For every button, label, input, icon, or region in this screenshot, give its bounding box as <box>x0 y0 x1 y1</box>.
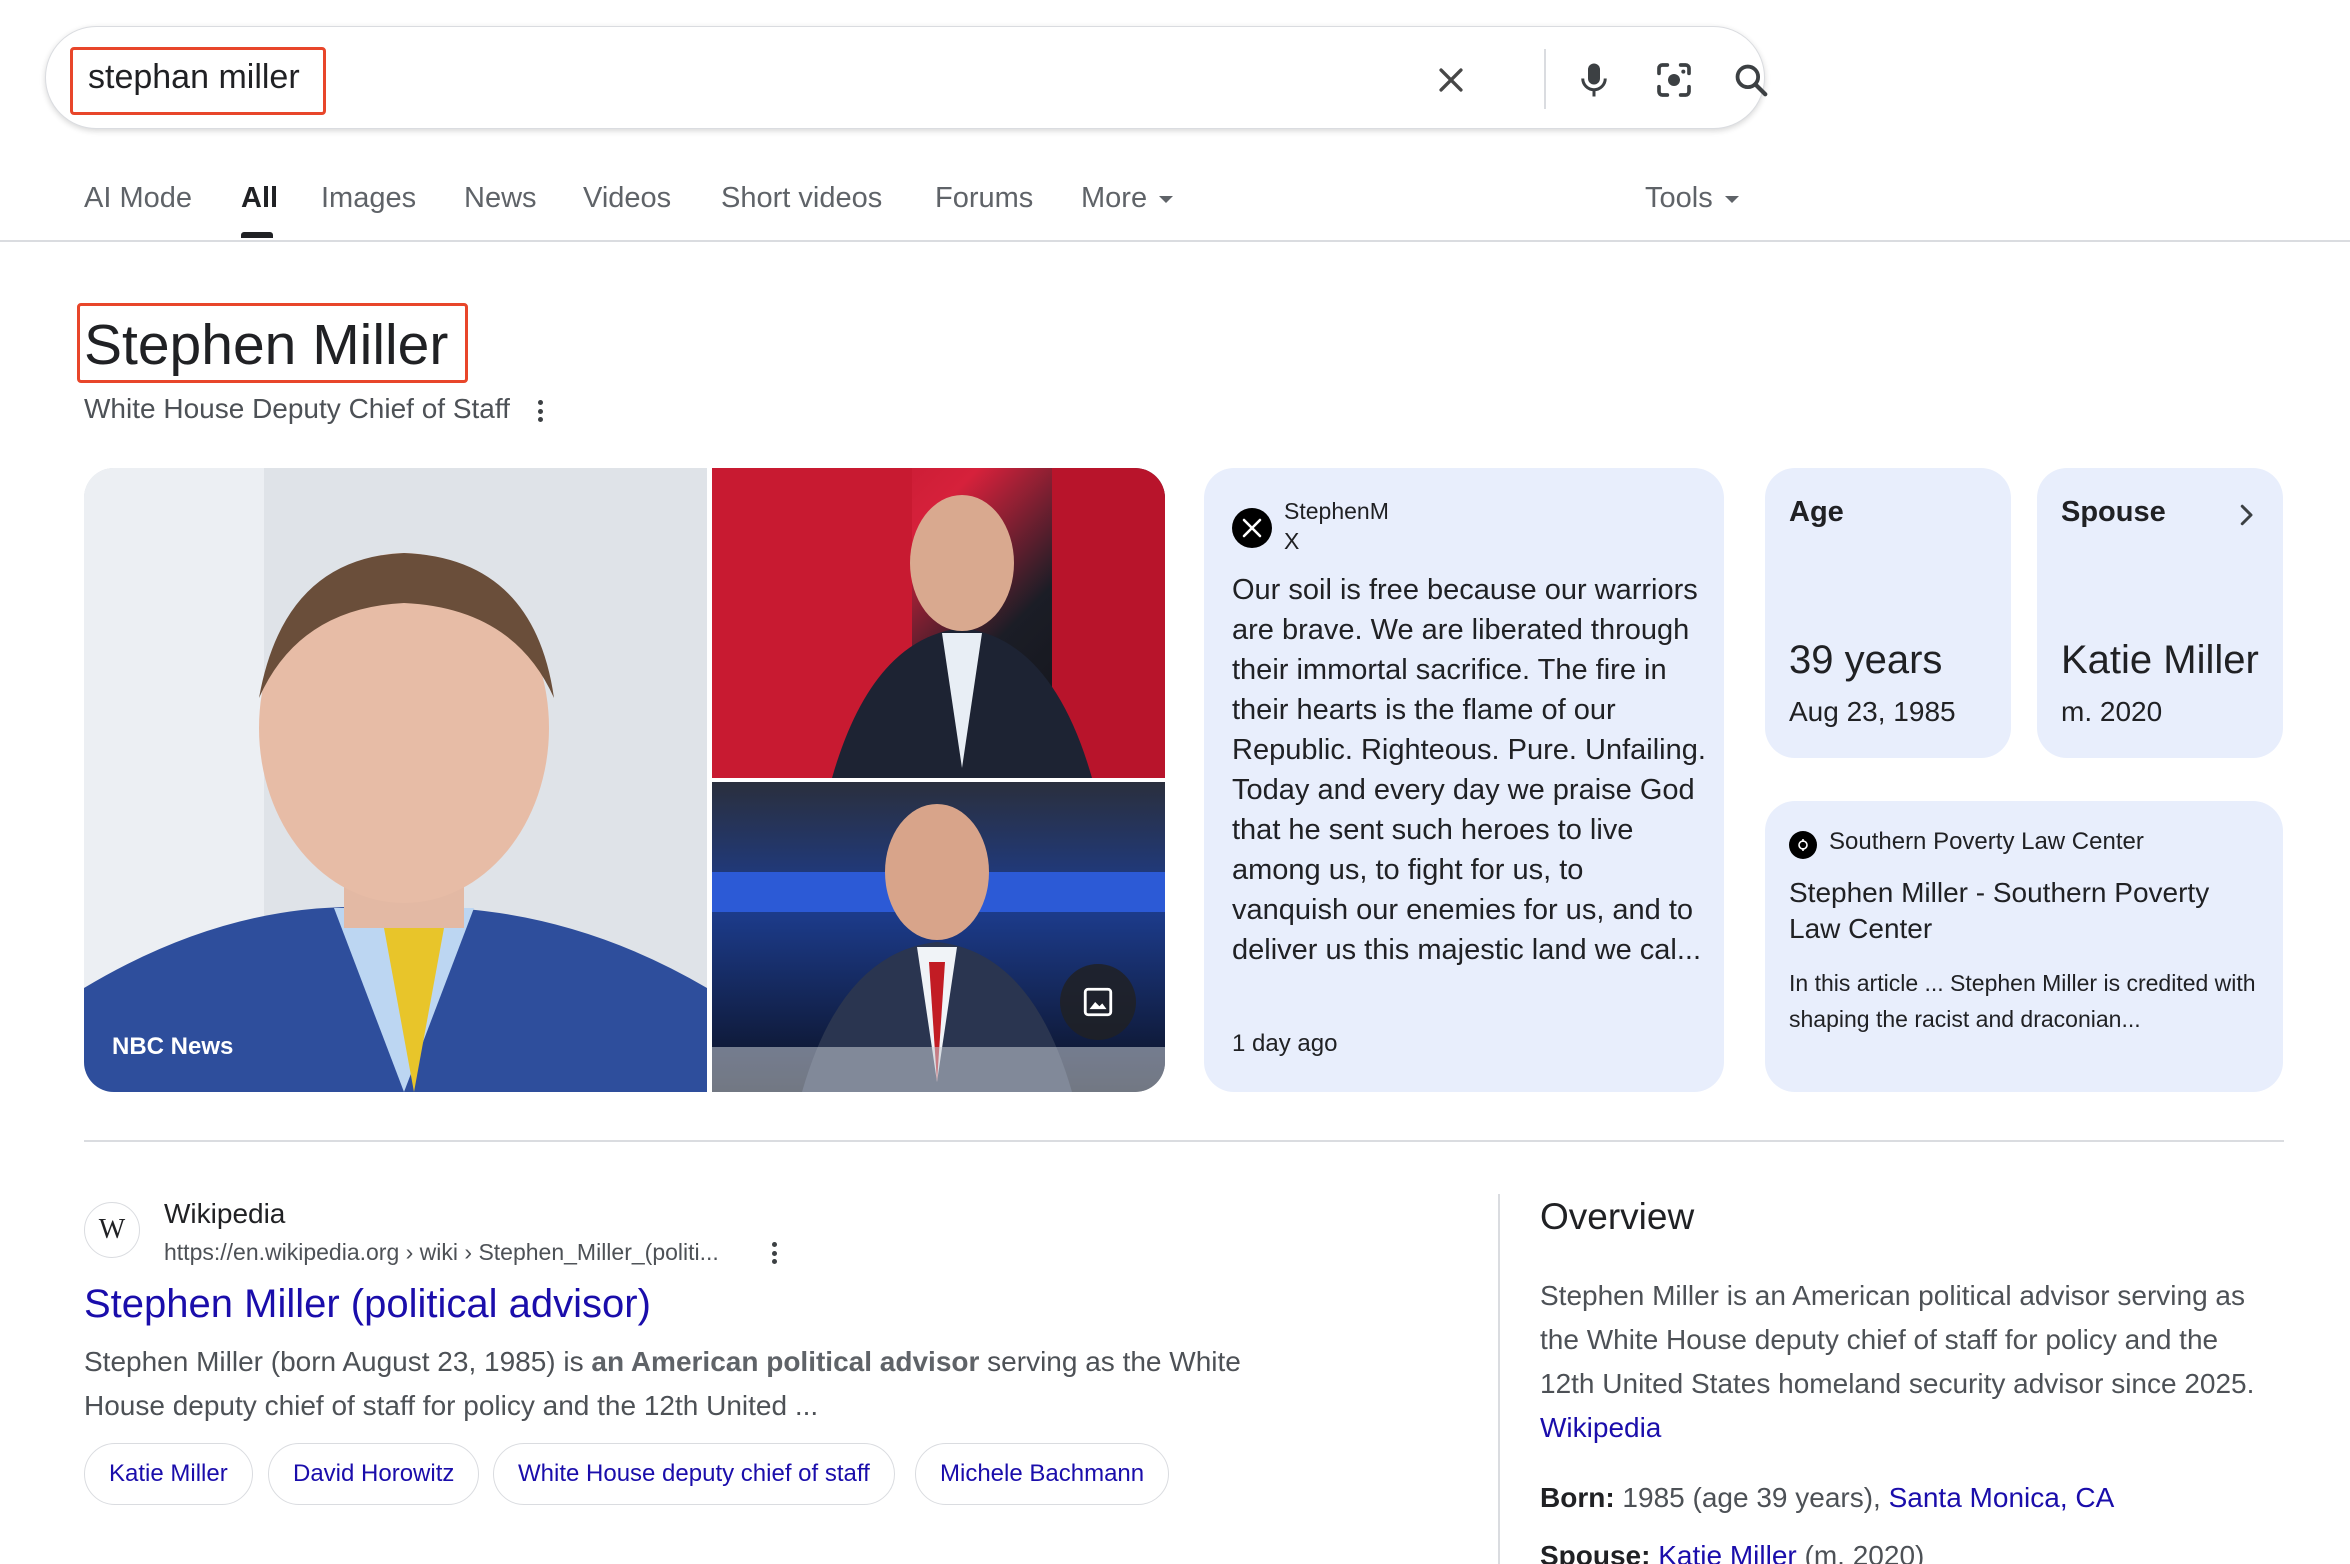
spouse-fact-label: Spouse: <box>1540 1540 1651 1564</box>
related-chip-katie-miller[interactable]: Katie Miller <box>84 1443 253 1505</box>
more-images-button[interactable] <box>1060 964 1136 1040</box>
x-post-text: Our soil is free because our warriors ar… <box>1232 574 1706 966</box>
search-input[interactable] <box>71 47 771 107</box>
marriage-year: m. 2020 <box>2061 696 2163 727</box>
overview-heading: Overview <box>1540 1196 1695 1237</box>
born-value: 1985 (age 39 years), <box>1614 1482 1889 1513</box>
snippet-bold-text: an American political advisor <box>591 1346 980 1377</box>
spouse-label: Spouse <box>2061 496 2166 528</box>
portrait-image-podium[interactable] <box>712 782 1165 1092</box>
splc-title: Stephen Miller - Southern Poverty Law Ce… <box>1789 877 2210 944</box>
result-url[interactable]: https://en.wikipedia.org › wiki › Stephe… <box>164 1239 719 1266</box>
entity-title: Stephen Miller <box>84 313 449 377</box>
image-collage: NBC News <box>84 468 1165 1092</box>
wikipedia-favicon-icon[interactable]: W <box>84 1202 140 1258</box>
spouse-name: Katie Miller <box>2061 638 2259 682</box>
born-label: Born: <box>1540 1482 1615 1513</box>
result-more-options-icon[interactable] <box>764 1238 784 1268</box>
tab-more-label: More <box>1081 182 1148 214</box>
tab-news[interactable]: News <box>464 182 537 215</box>
related-chip-david-horowitz[interactable]: David Horowitz <box>268 1443 480 1505</box>
active-tab-indicator <box>241 232 273 238</box>
entity-more-options-icon[interactable] <box>530 396 550 426</box>
overview-description: Stephen Miller is an American political … <box>1540 1280 2255 1399</box>
caret-down-icon <box>1724 195 1739 203</box>
tab-short-videos[interactable]: Short videos <box>721 182 882 215</box>
overview-source-link[interactable]: Wikipedia <box>1540 1412 1661 1443</box>
search-bar <box>45 26 1768 129</box>
splc-snippet: In this article ... Stephen Miller is cr… <box>1789 970 2256 1032</box>
entity-subtitle: White House Deputy Chief of Staff <box>84 393 510 424</box>
snippet-text-start: Stephen Miller (born August 23, 1985) is <box>84 1346 592 1377</box>
chevron-right-icon <box>2240 504 2253 526</box>
tab-ai-mode[interactable]: AI Mode <box>84 182 192 215</box>
image-source-caption: NBC News <box>112 1033 234 1060</box>
x-post-handle: StephenM <box>1284 498 1389 524</box>
spouse-fact-rest: (m. 2020) <box>1796 1540 1925 1564</box>
search-icon[interactable] <box>1726 55 1776 105</box>
related-chip-michele-bachmann[interactable]: Michele Bachmann <box>915 1443 1170 1505</box>
x-logo-icon <box>1232 508 1272 548</box>
tools-button[interactable]: Tools <box>1645 182 1739 215</box>
tab-forums[interactable]: Forums <box>935 182 1033 215</box>
overview-text: Stephen Miller is an American political … <box>1540 1274 2280 1450</box>
birth-date: Aug 23, 1985 <box>1789 696 1956 727</box>
x-post-card[interactable]: StephenM X Our soil is free because our … <box>1204 468 1724 1092</box>
splc-source: Southern Poverty Law Center <box>1829 828 2144 855</box>
age-label: Age <box>1789 496 1844 528</box>
tab-images[interactable]: Images <box>321 182 416 215</box>
result-title-link[interactable]: Stephen Miller (political advisor) <box>84 1282 651 1327</box>
tabs-divider <box>0 240 2350 242</box>
age-value: 39 years <box>1789 638 1943 682</box>
column-divider <box>1498 1194 1500 1564</box>
portrait-image-main[interactable] <box>84 468 707 1092</box>
splc-logo-icon <box>1789 831 1817 859</box>
born-place-link[interactable]: Santa Monica, CA <box>1889 1482 2115 1513</box>
result-site-name[interactable]: Wikipedia <box>164 1198 285 1230</box>
spouse-fact-link[interactable]: Katie Miller <box>1658 1540 1796 1564</box>
related-chip-deputy-chief[interactable]: White House deputy chief of staff <box>493 1443 895 1505</box>
overview-born: Born: 1985 (age 39 years), Santa Monica,… <box>1540 1482 2114 1514</box>
tools-label: Tools <box>1645 182 1713 214</box>
lens-camera-icon[interactable] <box>1649 55 1699 105</box>
result-snippet: Stephen Miller (born August 23, 1985) is… <box>84 1340 1324 1428</box>
splc-article-card[interactable]: Southern Poverty Law Center Stephen Mill… <box>1765 801 2283 1092</box>
tab-more[interactable]: More <box>1081 182 1174 215</box>
image-icon <box>1083 987 1113 1017</box>
age-card[interactable]: Age 39 years Aug 23, 1985 <box>1765 468 2011 758</box>
portrait-image-speech[interactable] <box>712 468 1165 778</box>
clear-icon[interactable] <box>1426 55 1476 105</box>
tab-all[interactable]: All <box>241 182 278 215</box>
x-post-time: 1 day ago <box>1232 1030 1338 1057</box>
overview-spouse: Spouse: Katie Miller (m. 2020) <box>1540 1540 1924 1564</box>
spouse-card[interactable]: Spouse Katie Miller m. 2020 <box>2037 468 2283 758</box>
caret-down-icon <box>1159 195 1174 203</box>
section-divider <box>84 1140 2284 1142</box>
search-divider <box>1544 49 1546 109</box>
x-post-site: X <box>1284 528 1300 554</box>
tab-videos[interactable]: Videos <box>583 182 671 215</box>
microphone-icon[interactable] <box>1569 55 1619 105</box>
